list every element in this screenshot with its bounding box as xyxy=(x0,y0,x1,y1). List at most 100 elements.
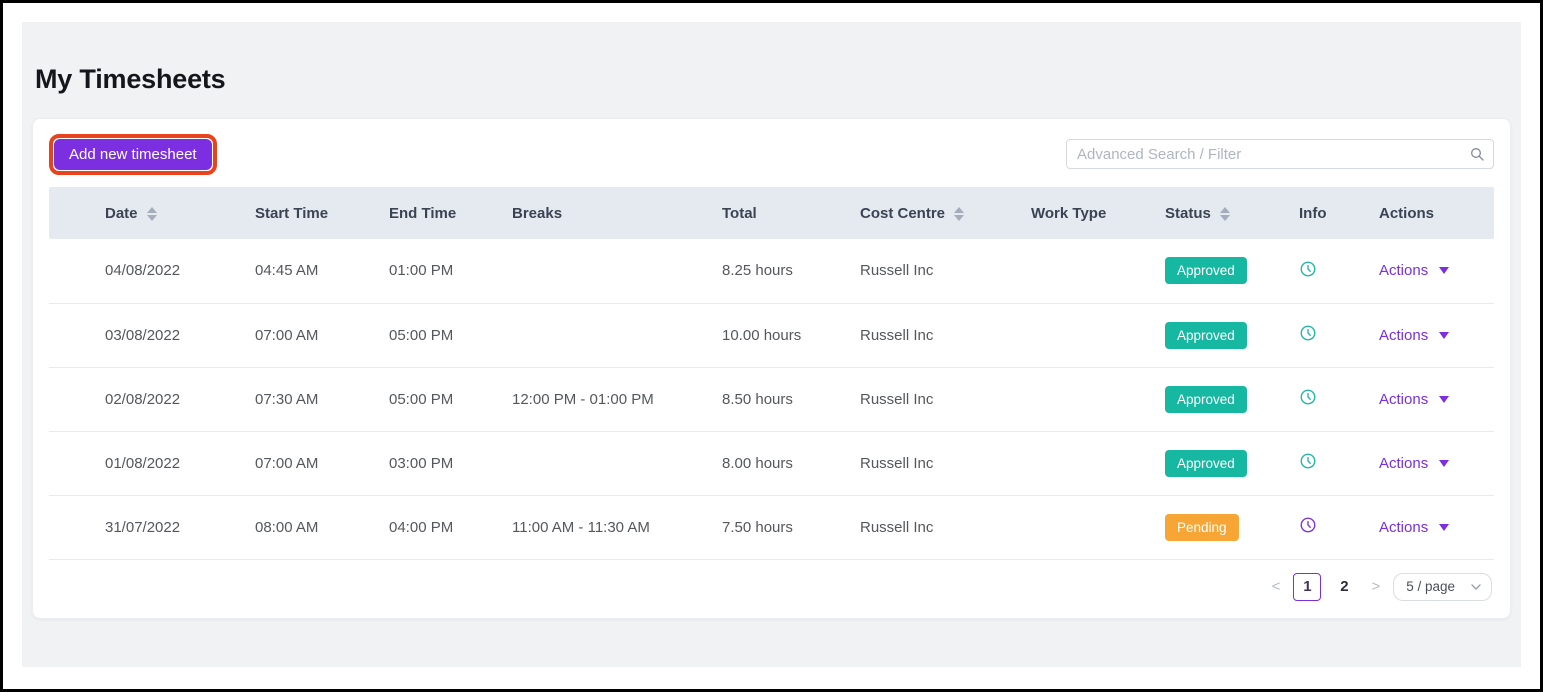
page-title: My Timesheets xyxy=(32,22,1511,95)
cell-breaks xyxy=(504,431,714,495)
cell-breaks xyxy=(504,239,714,303)
table-row: 03/08/202207:00 AM05:00 PM10.00 hoursRus… xyxy=(49,303,1494,367)
column-header-actions: Actions xyxy=(1371,187,1494,239)
pagination-page-1[interactable]: 1 xyxy=(1293,573,1321,601)
cell-total: 8.50 hours xyxy=(714,367,852,431)
column-header-cost_centre[interactable]: Cost Centre xyxy=(852,187,1023,239)
cell-actions: Actions xyxy=(1371,303,1494,367)
actions-dropdown[interactable]: Actions xyxy=(1379,262,1449,279)
cell-info xyxy=(1291,239,1371,303)
cell-cost-centre: Russell Inc xyxy=(852,239,1023,303)
cell-cost-centre: Russell Inc xyxy=(852,431,1023,495)
cell-end-time: 04:00 PM xyxy=(381,495,504,559)
cell-end-time: 05:00 PM xyxy=(381,367,504,431)
pagination-prev-button[interactable]: < xyxy=(1268,573,1285,601)
actions-dropdown[interactable]: Actions xyxy=(1379,455,1449,472)
cell-date: 03/08/2022 xyxy=(49,303,247,367)
column-label: Breaks xyxy=(512,205,562,222)
cell-actions: Actions xyxy=(1371,239,1494,303)
cell-start-time: 07:00 AM xyxy=(247,431,381,495)
sort-arrows-icon xyxy=(147,207,157,221)
clock-icon[interactable] xyxy=(1299,388,1317,406)
column-header-end: End Time xyxy=(381,187,504,239)
status-badge: Approved xyxy=(1165,450,1247,477)
table-header-row: Date Start Time End Time Breaks Total Cost Ce… xyxy=(49,187,1494,239)
cell-start-time: 07:30 AM xyxy=(247,367,381,431)
cell-info xyxy=(1291,367,1371,431)
column-header-status[interactable]: Status xyxy=(1157,187,1291,239)
advanced-search-box xyxy=(1066,139,1494,169)
pagination-page-2[interactable]: 2 xyxy=(1330,573,1358,601)
column-label: Work Type xyxy=(1031,205,1106,222)
actions-dropdown[interactable]: Actions xyxy=(1379,327,1449,344)
status-badge: Pending xyxy=(1165,514,1239,541)
cell-work-type xyxy=(1023,303,1157,367)
cell-cost-centre: Russell Inc xyxy=(852,367,1023,431)
cell-end-time: 03:00 PM xyxy=(381,431,504,495)
pagination-next-button[interactable]: > xyxy=(1367,573,1384,601)
cell-info xyxy=(1291,495,1371,559)
cell-end-time: 05:00 PM xyxy=(381,303,504,367)
cell-info xyxy=(1291,431,1371,495)
cell-start-time: 08:00 AM xyxy=(247,495,381,559)
clock-icon[interactable] xyxy=(1299,324,1317,342)
add-new-timesheet-button[interactable]: Add new timesheet xyxy=(54,139,212,170)
table-row: 04/08/202204:45 AM01:00 PM8.25 hoursRuss… xyxy=(49,239,1494,303)
actions-dropdown[interactable]: Actions xyxy=(1379,519,1449,536)
clock-icon[interactable] xyxy=(1299,452,1317,470)
sort-arrows-icon xyxy=(954,207,964,221)
status-badge: Approved xyxy=(1165,322,1247,349)
cell-cost-centre: Russell Inc xyxy=(852,303,1023,367)
table-row: 02/08/202207:30 AM05:00 PM12:00 PM - 01:… xyxy=(49,367,1494,431)
column-label: Start Time xyxy=(255,205,328,222)
table-row: 31/07/202208:00 AM04:00 PM11:00 AM - 11:… xyxy=(49,495,1494,559)
cell-status: Approved xyxy=(1157,367,1291,431)
caret-down-icon xyxy=(1439,460,1449,467)
cell-status: Approved xyxy=(1157,303,1291,367)
cell-date: 02/08/2022 xyxy=(49,367,247,431)
cell-actions: Actions xyxy=(1371,495,1494,559)
clock-icon[interactable] xyxy=(1299,260,1317,278)
column-label: End Time xyxy=(389,205,456,222)
toolbar: Add new timesheet xyxy=(49,135,1494,173)
search-icon[interactable] xyxy=(1469,146,1485,162)
actions-dropdown[interactable]: Actions xyxy=(1379,391,1449,408)
caret-down-icon xyxy=(1439,524,1449,531)
sort-arrows-icon xyxy=(1220,207,1230,221)
caret-down-icon xyxy=(1439,332,1449,339)
column-header-breaks: Breaks xyxy=(504,187,714,239)
cell-total: 10.00 hours xyxy=(714,303,852,367)
cell-date: 04/08/2022 xyxy=(49,239,247,303)
pagination: < 1 2 > 5 / page xyxy=(49,573,1494,601)
timesheets-card: Add new timesheet DateStart T xyxy=(32,118,1511,619)
column-header-date[interactable]: Date xyxy=(49,187,247,239)
page-size-value: 5 / page xyxy=(1406,579,1455,594)
highlight-ring: Add new timesheet xyxy=(49,134,217,175)
cell-actions: Actions xyxy=(1371,431,1494,495)
cell-date: 31/07/2022 xyxy=(49,495,247,559)
cell-work-type xyxy=(1023,239,1157,303)
app-background: My Timesheets Add new timesheet xyxy=(22,22,1521,667)
cell-work-type xyxy=(1023,367,1157,431)
cell-work-type xyxy=(1023,431,1157,495)
column-header-total: Total xyxy=(714,187,852,239)
column-label: Total xyxy=(722,205,757,222)
search-input[interactable] xyxy=(1066,139,1494,169)
caret-down-icon xyxy=(1439,396,1449,403)
cell-status: Approved xyxy=(1157,431,1291,495)
page-size-select[interactable]: 5 / page xyxy=(1393,573,1492,601)
column-label: Status xyxy=(1165,205,1211,222)
status-badge: Approved xyxy=(1165,386,1247,413)
cell-total: 8.00 hours xyxy=(714,431,852,495)
clock-icon[interactable] xyxy=(1299,516,1317,534)
chevron-down-icon xyxy=(1471,584,1481,590)
column-header-info: Info xyxy=(1291,187,1371,239)
screenshot-frame: My Timesheets Add new timesheet xyxy=(0,0,1543,692)
status-badge: Approved xyxy=(1165,257,1247,284)
column-label: Info xyxy=(1299,205,1327,222)
cell-work-type xyxy=(1023,495,1157,559)
timesheets-table: Date Start Time End Time Breaks Total Cost Ce… xyxy=(49,187,1494,560)
cell-status: Pending xyxy=(1157,495,1291,559)
table-row: 01/08/202207:00 AM03:00 PM8.00 hoursRuss… xyxy=(49,431,1494,495)
caret-down-icon xyxy=(1439,267,1449,274)
